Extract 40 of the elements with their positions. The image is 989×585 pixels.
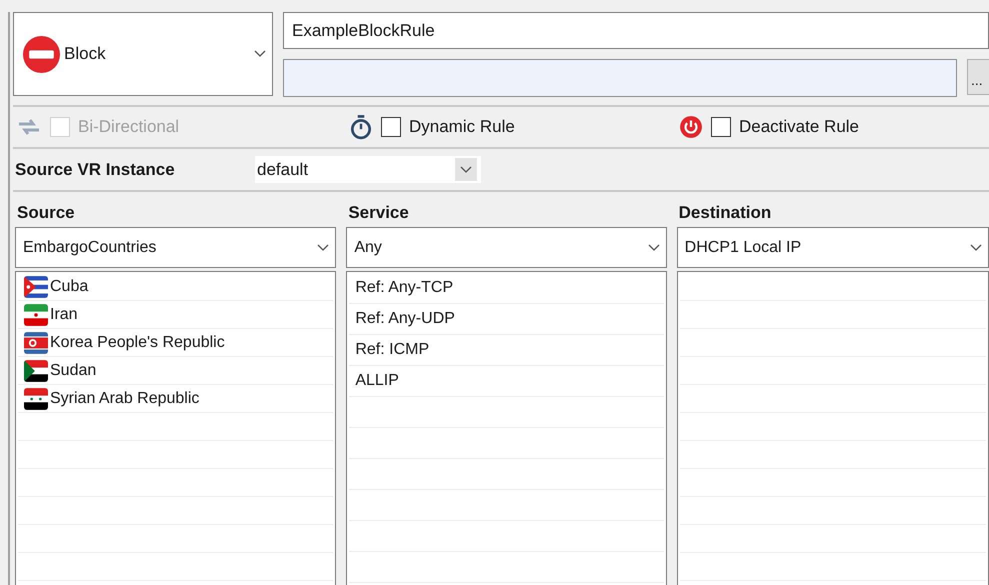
action-dropdown[interactable]: Block <box>13 12 273 96</box>
flag-icon <box>24 276 48 298</box>
list-item[interactable]: Syrian Arab Republic <box>50 386 200 410</box>
checkbox-label: Dynamic Rule <box>409 116 515 138</box>
chevron-down-icon <box>648 244 660 252</box>
list-item[interactable]: Cuba <box>50 274 88 298</box>
field-label: Source VR Instance <box>15 158 176 181</box>
chevron-down-icon <box>460 166 472 174</box>
vr-instance-dropdown[interactable]: default <box>255 156 481 183</box>
column-header: Service <box>347 202 410 224</box>
flag-icon <box>24 360 48 382</box>
no-entry-icon <box>23 36 60 72</box>
checkbox-label: Deactivate Rule <box>739 116 860 138</box>
list-item[interactable]: Ref: Any-TCP <box>355 276 454 300</box>
stopwatch-icon <box>349 114 373 140</box>
list-item[interactable]: Korea People's Republic <box>50 330 225 354</box>
column-header: Destination <box>678 202 772 224</box>
chevron-down-icon <box>970 244 982 252</box>
flag-icon <box>24 304 48 326</box>
flag-icon <box>24 332 48 354</box>
checkbox[interactable] <box>381 117 401 137</box>
list-item[interactable]: ALLIP <box>355 369 399 393</box>
chevron-down-icon <box>254 50 266 58</box>
column-header: Source <box>16 202 76 224</box>
checkbox[interactable] <box>711 117 731 137</box>
list-item[interactable]: Iran <box>50 302 78 326</box>
description-field[interactable] <box>283 59 957 97</box>
browse-button[interactable]: ... <box>967 59 989 95</box>
list-item[interactable]: Ref: ICMP <box>355 338 430 362</box>
rule-name-field[interactable]: ExampleBlockRule <box>283 12 989 49</box>
power-icon <box>679 115 703 139</box>
list-item[interactable]: Sudan <box>50 358 96 382</box>
list-item[interactable]: Ref: Any-UDP <box>355 307 455 331</box>
combo-box[interactable]: DHCP1 Local IP <box>676 227 989 268</box>
chevron-down-icon <box>317 244 330 252</box>
combo-box[interactable]: Any <box>346 227 667 268</box>
two-way-arrows-icon <box>16 117 42 137</box>
checkbox-label: Bi-Directional <box>78 116 180 138</box>
flag-icon <box>24 388 48 410</box>
combo-box[interactable]: EmbargoCountries <box>15 227 336 268</box>
